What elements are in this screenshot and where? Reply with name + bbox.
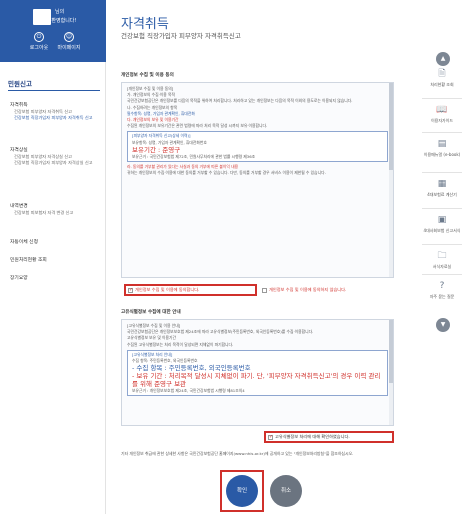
- sidebar-item-longterm[interactable]: 장기요양: [10, 274, 28, 281]
- scroll-down-icon[interactable]: ▼: [436, 318, 450, 332]
- sidebar-item-status[interactable]: 민원처리현황 조회: [10, 256, 47, 263]
- sidebar-subitem-active[interactable]: 건강보험 직장가입자 피부양자 자격취득 신고: [14, 115, 93, 121]
- consent1-agree-option[interactable]: 개인정보 수집 및 이용에 동의합니다.: [128, 287, 199, 293]
- quick-label: 이용매뉴얼 (e-book): [423, 152, 461, 157]
- sidebar-item-loss[interactable]: 자격상실: [10, 146, 28, 153]
- divider: [422, 274, 462, 275]
- consent1-heading: 개인정보 수집 및 이용 동의: [121, 73, 174, 78]
- logout-label: 로그아웃: [29, 45, 49, 51]
- scroll-up-icon[interactable]: ▲: [436, 52, 450, 66]
- question-icon: ?: [439, 281, 445, 291]
- scrollbar[interactable]: [389, 320, 393, 425]
- checkbox-checked[interactable]: [268, 434, 273, 440]
- disagree-label: 개인정보 수집 및 이용에 동의하지 않습니다.: [269, 287, 347, 292]
- sidebar-subitem[interactable]: 건강보험 직장가입자 피부양자 자격상실 신고: [14, 160, 93, 166]
- user-icon: ☺: [64, 32, 74, 42]
- highlight-line: 보유근거 : 국민건강보험법 제72조, 민원사무처리에 관한 법률 시행령 제…: [132, 153, 256, 159]
- sidebar-title: 민원신고: [8, 80, 32, 88]
- divider: [422, 244, 462, 245]
- agree-label: 개인정보 수집 및 이용에 동의합니다.: [135, 287, 200, 292]
- mypage-label: 마이페이지: [57, 45, 81, 51]
- quick-item-forms[interactable]: ▣ 4대사회보험 신고서식: [418, 214, 466, 233]
- quick-item-library[interactable]: 🗀 서식자료실: [418, 250, 466, 269]
- calculator-icon: ▦: [437, 179, 447, 189]
- scrollbar[interactable]: [389, 83, 393, 277]
- highlight-line: 보유근거 : 개인정보보호법 제24조, 국민건강보험법 시행령 제81조의4: [132, 388, 245, 394]
- checkbox-checked[interactable]: [128, 287, 133, 293]
- consent1-disagree-option[interactable]: 개인정보 수집 및 이용에 동의하지 않습니다.: [262, 287, 346, 293]
- consent2-heading: 고유식별정보 수집에 대한 안내: [121, 310, 181, 315]
- form-icon: ▣: [437, 215, 447, 225]
- sidebar-subitem[interactable]: 건강보험 피보험자 자격 변경 신고: [14, 210, 73, 216]
- quick-label: 서식자료실: [432, 264, 452, 269]
- highlight-big: 보유기간 : 준영구: [132, 145, 181, 154]
- divider: [422, 98, 462, 99]
- guide-book-icon: 📖: [436, 105, 448, 115]
- quick-label: 자주 묻는 질문: [429, 294, 455, 299]
- consent1-line: 수집된 개인정보의 보유기간은 관련 법령에 따라 처리 목적 달성 시까지 보…: [127, 123, 268, 129]
- welcome-text: 방문을 환영합니다!: [36, 18, 77, 24]
- divider: [422, 132, 462, 133]
- quick-item-status[interactable]: 🗎 처리현황 조회: [418, 68, 466, 87]
- agree-label: 고유식별정보 처리에 대해 확인하였습니다.: [275, 434, 350, 439]
- checkbox[interactable]: [262, 287, 267, 293]
- quick-label: 이용자가이드: [430, 118, 454, 123]
- quick-item-guide[interactable]: 📖 이용자가이드: [418, 104, 466, 123]
- document-search-icon: 🗎: [438, 69, 446, 79]
- user-panel: 님의 방문을 환영합니다! ⏻ 로그아웃 ☺ 마이페이지: [0, 0, 106, 62]
- consent1-textbox[interactable]: [개인정보 수집 및 이용 동의] 가. 개인정보의 수집·이용 목적 국민건강…: [121, 82, 394, 278]
- left-sidebar: 님의 방문을 환영합니다! ⏻ 로그아웃 ☺ 마이페이지 민원신고 자격취득 건…: [0, 0, 106, 514]
- quick-label: 4대보험료 계산기: [427, 192, 457, 197]
- consent1-line: 국민건강보험공단은 개인정보를 다음의 목적을 위하여 처리합니다. 처리하고 …: [127, 98, 353, 104]
- sidebar-item-change[interactable]: 내역변경: [10, 202, 28, 209]
- consent2-line: 수집된 고유식별정보는 처리 목적이 달성되면 지체없이 파기합니다.: [127, 341, 234, 347]
- quick-item-ebook[interactable]: ▤ 이용매뉴얼 (e-book): [418, 138, 466, 157]
- divider: [8, 90, 100, 91]
- mypage-button[interactable]: ☺ 마이페이지: [56, 32, 82, 51]
- consent2-agree-option[interactable]: 고유식별정보 처리에 대해 확인하였습니다.: [268, 434, 350, 440]
- confirm-button[interactable]: 확인: [226, 475, 258, 507]
- privacy-note: 기타 개인정보 취급에 관한 상세한 사항은 국민건강보험공단 홈페이지(www…: [121, 451, 354, 456]
- ebook-icon: ▤: [437, 139, 447, 149]
- consent1-refuse-text: 귀하는 개인정보의 수집·이용에 대한 동의를 거부할 수 있습니다. 다만, …: [127, 170, 326, 176]
- divider: [422, 208, 462, 209]
- divider: [422, 172, 462, 173]
- quick-item-faq[interactable]: ? 자주 묻는 질문: [418, 280, 466, 299]
- cancel-button[interactable]: 취소: [270, 475, 302, 507]
- quick-label: 처리현황 조회: [430, 82, 454, 87]
- quick-item-calculator[interactable]: ▦ 4대보험료 계산기: [418, 178, 466, 197]
- consent2-highlight-box: [고유식별정보 처리 안내] 수집 항목: 주민등록번호, 외국인등록번호 - …: [127, 349, 388, 397]
- user-name: 님의: [55, 9, 65, 15]
- consent1-highlight-box: [피부양자 자격취득 신고(상세 이력)] 보유항목: 성명, 가입자 관계확인…: [127, 131, 388, 163]
- sidebar-item-autopay[interactable]: 자동이체 신청: [10, 238, 38, 245]
- power-icon: ⏻: [34, 32, 44, 42]
- folder-icon: 🗀: [437, 251, 447, 261]
- quick-label: 4대사회보험 신고서식: [423, 228, 461, 233]
- sidebar-item-acquire[interactable]: 자격취득: [10, 101, 28, 108]
- highlight-big: - 보유 기간 : 처리목적 달성시 지체없이 파기. 단, '피부양자 자격취…: [132, 372, 381, 389]
- logout-button[interactable]: ⏻ 로그아웃: [26, 32, 52, 51]
- page-subtitle: 건강보험 직장가입자 피부양자 자격취득신고: [121, 32, 241, 40]
- consent2-textbox[interactable]: [고유식별정보 수집 및 이용 안내] 국민건강보험공단은 개인정보보호법 제2…: [121, 319, 394, 426]
